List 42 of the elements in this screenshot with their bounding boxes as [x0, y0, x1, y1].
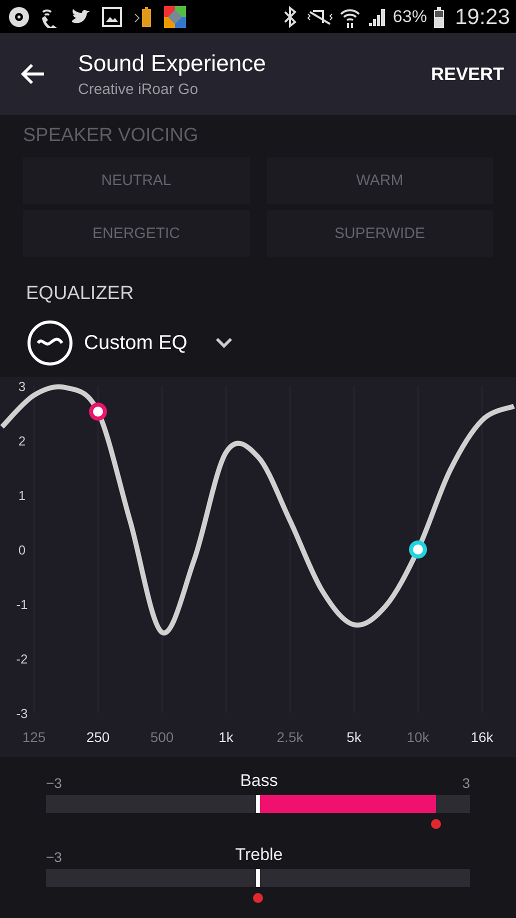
- axis-label: 2: [18, 434, 26, 448]
- slider-label: Treble: [235, 845, 283, 865]
- section-heading: EQUALIZER: [26, 283, 135, 305]
- axis-label: 16k: [470, 729, 494, 745]
- axis-label: 3: [18, 379, 26, 394]
- range-max: 3: [461, 775, 470, 791]
- band-handle[interactable]: [89, 402, 107, 421]
- axis-label: 1: [18, 488, 26, 503]
- axis-label: 0: [18, 542, 26, 558]
- axis-label: 5k: [346, 729, 362, 745]
- screen-title: Sound Experience: [78, 50, 267, 77]
- range-min: −3: [46, 775, 62, 791]
- slider-label: Bass: [240, 771, 278, 791]
- chevron-down-icon: [215, 337, 234, 349]
- section-heading: SPEAKER VOICING: [23, 125, 200, 147]
- axis-label: 1k: [218, 729, 234, 745]
- clock: 19:23: [454, 4, 510, 30]
- preset-dropdown[interactable]: Custom EQ: [26, 319, 234, 367]
- battery-charging-icon: [132, 6, 154, 28]
- band-handle[interactable]: [409, 540, 427, 558]
- axis-label: 2.5k: [276, 729, 304, 745]
- revert-button[interactable]: REVERT: [430, 60, 504, 88]
- axis-label: 10k: [406, 729, 430, 745]
- battery-percent: 63%: [392, 6, 427, 26]
- axis-label: -2: [16, 652, 28, 666]
- axis-label: 500: [150, 729, 174, 745]
- axis-label: -1: [16, 597, 28, 612]
- axis-label: -3: [16, 706, 28, 721]
- range-min: −3: [46, 849, 62, 865]
- axis-label: 125: [22, 729, 46, 745]
- center-mark: [256, 795, 260, 813]
- wave-icon: [26, 319, 74, 367]
- device-name: Creative iRoar Go: [78, 81, 200, 98]
- app-icon: [163, 4, 187, 28]
- back-arrow-icon: [20, 63, 46, 85]
- disc-icon: [8, 6, 30, 28]
- slider-thumb[interactable]: [431, 819, 442, 829]
- battery-icon: [432, 6, 445, 28]
- axis-label: 250: [86, 729, 110, 745]
- slider-thumb[interactable]: [253, 893, 263, 903]
- image-icon: [101, 6, 123, 28]
- center-mark: [256, 869, 260, 887]
